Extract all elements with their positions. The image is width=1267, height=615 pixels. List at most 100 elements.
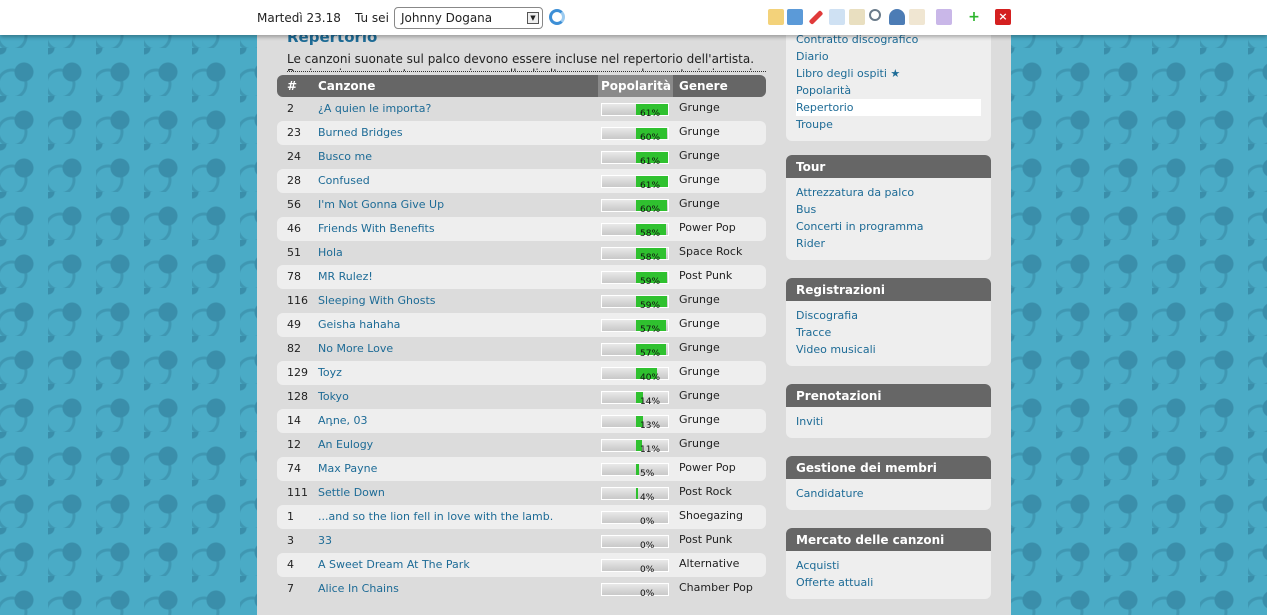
sitemap-icon[interactable]	[787, 9, 803, 25]
user-select[interactable]: Johnny Dogana ▼	[394, 7, 543, 29]
song-link[interactable]: Busco me	[318, 150, 372, 163]
sidebar-link[interactable]: Bus	[796, 201, 981, 218]
sidebar-link[interactable]: Offerte attuali	[796, 574, 981, 591]
song-link[interactable]: 33	[318, 534, 332, 547]
song-link[interactable]: An Eulogy	[318, 438, 373, 451]
song-link[interactable]: I'm Not Gonna Give Up	[318, 198, 444, 211]
song-number: 23	[287, 126, 301, 139]
popularity-bar: 61%	[601, 103, 669, 119]
song-link[interactable]: No More Love	[318, 342, 393, 355]
genre: Grunge	[679, 125, 720, 138]
sidebar-link[interactable]: Inviti	[796, 413, 981, 430]
song-link[interactable]: ...and so the lion fell in love with the…	[318, 510, 553, 523]
popularity-bar: 60%	[601, 127, 669, 143]
genre: Power Pop	[679, 461, 736, 474]
col-genre[interactable]: Genere	[679, 79, 728, 93]
song-link[interactable]: MR Rulez!	[318, 270, 373, 283]
song-number: 49	[287, 318, 301, 331]
book-icon[interactable]	[849, 9, 865, 25]
table-row: 3 33 0% Post Punk	[277, 529, 766, 553]
user-select-value: Johnny Dogana	[401, 11, 493, 25]
search-icon[interactable]	[869, 9, 881, 21]
sidebar-link[interactable]: Concerti in programma	[796, 218, 981, 235]
close-icon[interactable]: ×	[995, 9, 1011, 25]
sidebar-link[interactable]: Candidature	[796, 485, 981, 502]
genre: Grunge	[679, 197, 720, 210]
song-number: 111	[287, 486, 308, 499]
sidebar-link[interactable]: Attrezzatura da palco	[796, 184, 981, 201]
genre: Space Rock	[679, 245, 743, 258]
song-link[interactable]: Aդne, 03	[318, 414, 368, 427]
genre: Post Punk	[679, 533, 733, 546]
song-number: 24	[287, 150, 301, 163]
table-row: 7 Alice In Chains 0% Chamber Pop	[277, 577, 766, 601]
song-link[interactable]: Friends With Benefits	[318, 222, 435, 235]
table-row: 46 Friends With Benefits 58% Power Pop	[277, 217, 766, 241]
popularity-value: 40%	[640, 373, 661, 383]
pencil-icon[interactable]	[808, 10, 824, 25]
table-row: 4 A Sweet Dream At The Park 0% Alternati…	[277, 553, 766, 577]
col-song[interactable]: Canzone	[318, 79, 375, 93]
table-row: 128 Tokyo 14% Grunge	[277, 385, 766, 409]
sidebar-link[interactable]: Acquisti	[796, 557, 981, 574]
song-link[interactable]: Toyz	[318, 366, 342, 379]
table-row: 49 Geisha hahaha 57% Grunge	[277, 313, 766, 337]
popularity-value: 59%	[640, 277, 661, 287]
sidebar-box: Mercato delle canzoni Acquisti Offerte att…	[786, 528, 991, 599]
popularity-value: 11%	[640, 445, 661, 455]
col-popularity[interactable]: Popolarità	[598, 75, 673, 97]
sidebar-box: Registrazioni Discografia Tracce Video musi…	[786, 278, 991, 366]
sidebar-link[interactable]: Tracce	[796, 324, 981, 341]
col-number: #	[287, 79, 298, 93]
genre: Grunge	[679, 437, 720, 450]
song-link[interactable]: Settle Down	[318, 486, 385, 499]
song-link[interactable]: Tokyo	[318, 390, 349, 403]
table-row: 2 ¿A quien le importa? 61% Grunge	[277, 97, 766, 121]
beaker-icon[interactable]	[936, 9, 952, 25]
song-link[interactable]: Sleeping With Ghosts	[318, 294, 436, 307]
sidebar-link[interactable]: Repertorio	[796, 99, 981, 116]
song-number: 74	[287, 462, 301, 475]
notes-icon[interactable]	[829, 9, 845, 25]
popularity-value: 5%	[640, 469, 655, 479]
sidebar-link[interactable]: Diario	[796, 48, 981, 65]
song-link[interactable]: Geisha hahaha	[318, 318, 400, 331]
sidebar-link[interactable]: Troupe	[796, 116, 981, 133]
song-link[interactable]: Burned Bridges	[318, 126, 403, 139]
add-icon[interactable]: +	[966, 9, 982, 25]
sidebar-link[interactable]: Video musicali	[796, 341, 981, 358]
popularity-value: 0%	[640, 565, 655, 575]
song-number: 7	[287, 582, 294, 595]
popularity-bar: 59%	[601, 295, 669, 311]
song-link[interactable]: A Sweet Dream At The Park	[318, 558, 470, 571]
top-bar: Martedì 23.18 Tu sei Johnny Dogana ▼ + ×	[0, 0, 1267, 35]
table-row: 23 Burned Bridges 60% Grunge	[277, 121, 766, 145]
song-link[interactable]: Hola	[318, 246, 343, 259]
song-link[interactable]: Max Payne	[318, 462, 377, 475]
popularity-value: 59%	[640, 301, 661, 311]
song-link[interactable]: Confused	[318, 174, 370, 187]
genre: Post Rock	[679, 485, 732, 498]
user-icon[interactable]	[889, 9, 905, 25]
popularity-fill	[636, 464, 639, 475]
sidebar-link[interactable]: Popolarità	[796, 82, 981, 99]
genre: Shoegazing	[679, 509, 743, 522]
genre: Power Pop	[679, 221, 736, 234]
song-link[interactable]: Alice In Chains	[318, 582, 399, 595]
sidebar-link[interactable]: Discografia	[796, 307, 981, 324]
sidebar-link[interactable]: Rider	[796, 235, 981, 252]
messages-icon[interactable]	[768, 9, 784, 25]
genre: Grunge	[679, 101, 720, 114]
popularity-value: 14%	[640, 397, 661, 407]
popularity-value: 60%	[640, 133, 661, 143]
song-link[interactable]: ¿A quien le importa?	[318, 102, 431, 115]
sidebar-box-title: Mercato delle canzoni	[786, 528, 991, 551]
refresh-icon[interactable]	[549, 9, 565, 25]
sidebar-link[interactable]: Libro degli ospiti ★	[796, 65, 981, 82]
popularity-bar: 58%	[601, 223, 669, 239]
hand-icon[interactable]	[909, 9, 925, 25]
sidebar-box: Gestione dei membri Candidature	[786, 456, 991, 510]
genre: Chamber Pop	[679, 581, 753, 594]
sidebar-box: Tour Attrezzatura da palco Bus Concerti in …	[786, 155, 991, 260]
popularity-value: 60%	[640, 205, 661, 215]
